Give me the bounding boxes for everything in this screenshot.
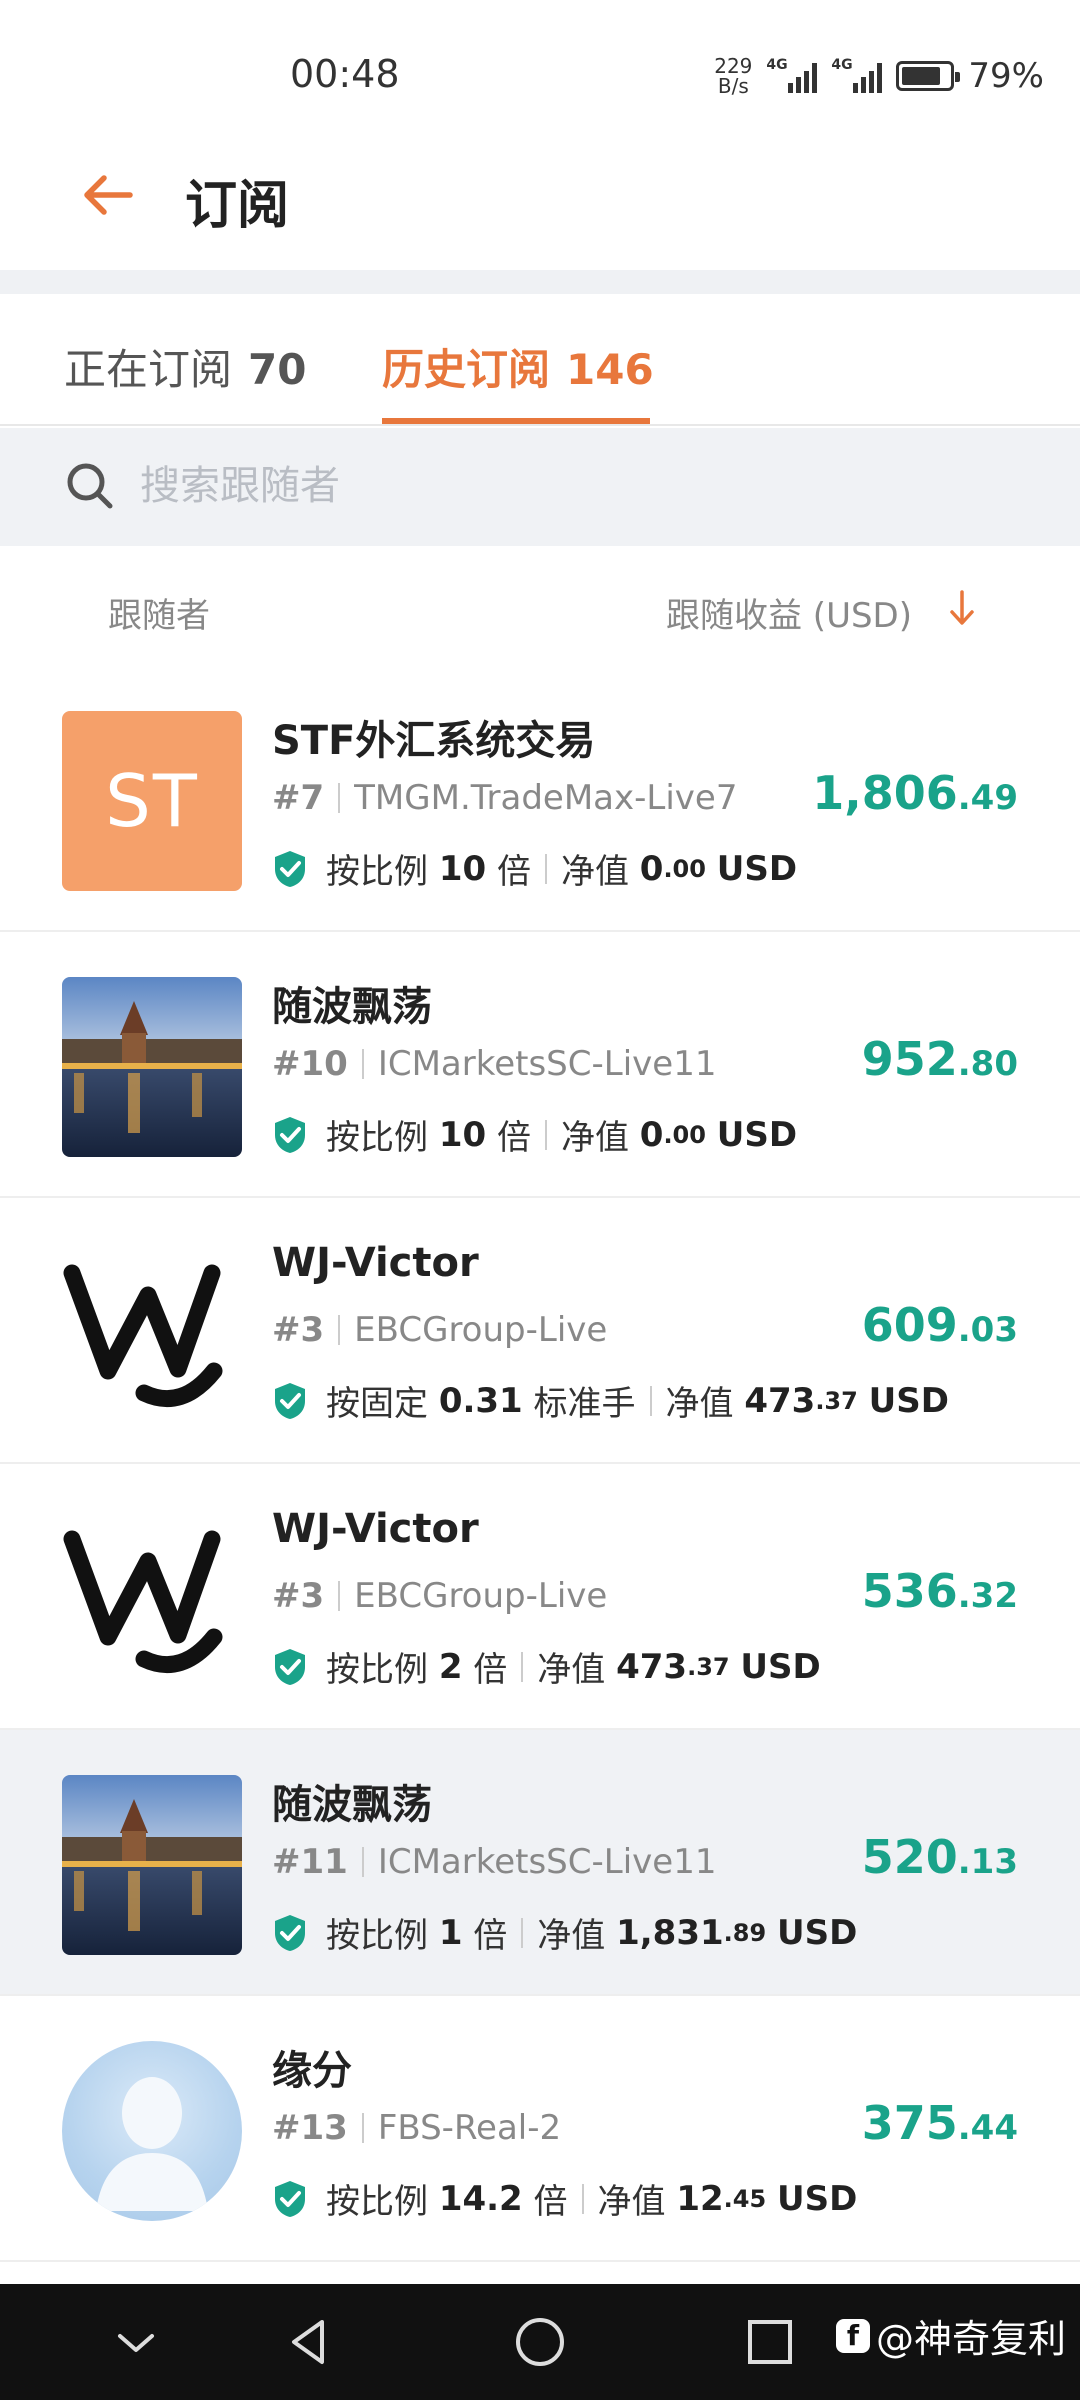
status-time: 00:48	[290, 52, 400, 96]
shield-check-icon	[275, 850, 305, 887]
battery-percent: 79%	[968, 56, 1044, 96]
follow-profit: 375.44	[861, 2096, 1018, 2150]
shield-check-icon	[275, 1116, 305, 1153]
subscription-list: ST STF外汇系统交易 #7 TMGM.TradeMax-Live7 按比例 …	[0, 666, 1080, 2262]
follower-name: WJ-Victor	[272, 1240, 479, 1286]
shield-check-icon	[275, 2180, 305, 2217]
avatar-image	[62, 1775, 242, 1955]
chevron-down-icon[interactable]	[108, 2314, 164, 2370]
divider	[0, 270, 1080, 294]
home-circle-icon[interactable]	[512, 2314, 568, 2370]
follower-name: STF外汇系统交易	[272, 718, 596, 764]
rank: #10	[272, 1044, 348, 1084]
follow-profit: 536.32	[861, 1564, 1018, 1618]
search-input[interactable]	[140, 456, 940, 516]
wj-logo-icon	[62, 1243, 242, 1423]
list-item[interactable]: 随波飘荡 #10 ICMarketsSC-Live11 按比例 10 倍 净值 …	[0, 932, 1080, 1198]
follower-name: 随波飘荡	[272, 984, 432, 1030]
wj-logo-icon	[62, 1509, 242, 1689]
rank-account: #7 TMGM.TradeMax-Live7	[272, 778, 737, 818]
rank: #13	[272, 2108, 348, 2148]
shield-check-icon	[275, 1382, 305, 1419]
rank-account: #3 EBCGroup-Live	[272, 1576, 607, 1616]
avatar	[62, 1509, 242, 1689]
rank: #7	[272, 778, 325, 818]
copy-mode: 按比例 10 倍 净值 0.00 USD	[272, 844, 797, 893]
back-triangle-icon[interactable]	[282, 2314, 338, 2370]
battery-icon	[896, 61, 961, 91]
copy-mode: 按比例 10 倍 净值 0.00 USD	[272, 1110, 797, 1159]
follower-name: WJ-Victor	[272, 1506, 479, 1552]
follow-profit: 520.13	[861, 1830, 1018, 1884]
rank: #11	[272, 1842, 348, 1882]
status-indicators: 229 B/s 4G 4G 79%	[714, 56, 1044, 96]
copy-mode: 按比例 2 倍 净值 473.37 USD	[272, 1642, 821, 1691]
follower-name: 缘分	[272, 2048, 352, 2094]
copy-mode: 按比例 1 倍 净值 1,831.89 USD	[272, 1908, 857, 1957]
follow-profit: 952.80	[861, 1032, 1018, 1086]
avatar: ST	[62, 711, 242, 891]
search-bar	[0, 428, 1080, 546]
rank-account: #11 ICMarketsSC-Live11	[272, 1842, 716, 1882]
tab-bar: 正在订阅 70 历史订阅 146	[0, 294, 1080, 426]
copy-mode: 按固定 0.31 标准手 净值 473.37 USD	[272, 1376, 949, 1425]
follow-profit: 1,806.49	[812, 766, 1018, 820]
rank-account: #3 EBCGroup-Live	[272, 1310, 607, 1350]
rank-account: #10 ICMarketsSC-Live11	[272, 1044, 716, 1084]
list-item[interactable]: ST STF外汇系统交易 #7 TMGM.TradeMax-Live7 按比例 …	[0, 666, 1080, 932]
avatar	[62, 1243, 242, 1423]
account: ICMarketsSC-Live11	[377, 1044, 717, 1084]
account: EBCGroup-Live	[354, 1576, 608, 1616]
shield-check-icon	[275, 1914, 305, 1951]
tab-history-subscriptions[interactable]: 历史订阅 146	[382, 336, 654, 397]
arrow-left-icon[interactable]	[78, 165, 138, 225]
user-placeholder-icon	[96, 2077, 208, 2211]
follow-profit: 609.03	[861, 1298, 1018, 1352]
signal-icon: 4G	[831, 57, 883, 93]
status-bar: 00:48 229 B/s 4G 4G 79%	[0, 0, 1080, 125]
list-item[interactable]: WJ-Victor #3 EBCGroup-Live 按比例 2 倍 净值 47…	[0, 1464, 1080, 1730]
facebook-icon: f	[835, 2318, 870, 2353]
list-item[interactable]: WJ-Victor #3 EBCGroup-Live 按固定 0.31 标准手 …	[0, 1198, 1080, 1464]
search-icon	[67, 463, 113, 509]
list-item[interactable]: 随波飘荡 #11 ICMarketsSC-Live11 按比例 1 倍 净值 1…	[0, 1730, 1080, 1996]
rank-account: #13 FBS-Real-2	[272, 2108, 561, 2148]
column-header: 跟随者 跟随收益 (USD)	[0, 548, 1080, 666]
avatar	[62, 1775, 242, 1955]
account: EBCGroup-Live	[354, 1310, 608, 1350]
account: TMGM.TradeMax-Live7	[354, 778, 738, 818]
avatar	[62, 977, 242, 1157]
avatar-image	[62, 977, 242, 1157]
rank: #3	[272, 1576, 325, 1616]
list-item[interactable]: 缘分 #13 FBS-Real-2 按比例 14.2 倍 净值 12.45 US…	[0, 1996, 1080, 2262]
network-speed: 229 B/s	[714, 54, 753, 98]
system-nav-bar: f @神奇复利	[0, 2284, 1080, 2400]
account: FBS-Real-2	[377, 2108, 562, 2148]
rank: #3	[272, 1310, 325, 1350]
signal-icon: 4G	[766, 57, 818, 93]
active-tab-indicator	[382, 418, 650, 424]
column-profit[interactable]: 跟随收益 (USD)	[666, 588, 912, 637]
copy-mode: 按比例 14.2 倍 净值 12.45 USD	[272, 2174, 857, 2223]
recents-square-icon[interactable]	[742, 2314, 798, 2370]
shield-check-icon	[275, 1648, 305, 1685]
column-follower: 跟随者	[108, 596, 210, 636]
account: ICMarketsSC-Live11	[377, 1842, 717, 1882]
watermark: f @神奇复利	[835, 2308, 1066, 2363]
page-title: 订阅	[185, 176, 290, 236]
avatar	[62, 2041, 242, 2221]
app-header: 订阅	[0, 125, 1080, 270]
tab-current-subscriptions[interactable]: 正在订阅 70	[64, 336, 306, 397]
follower-name: 随波飘荡	[272, 1782, 432, 1828]
sort-descending-icon[interactable]	[944, 588, 980, 628]
